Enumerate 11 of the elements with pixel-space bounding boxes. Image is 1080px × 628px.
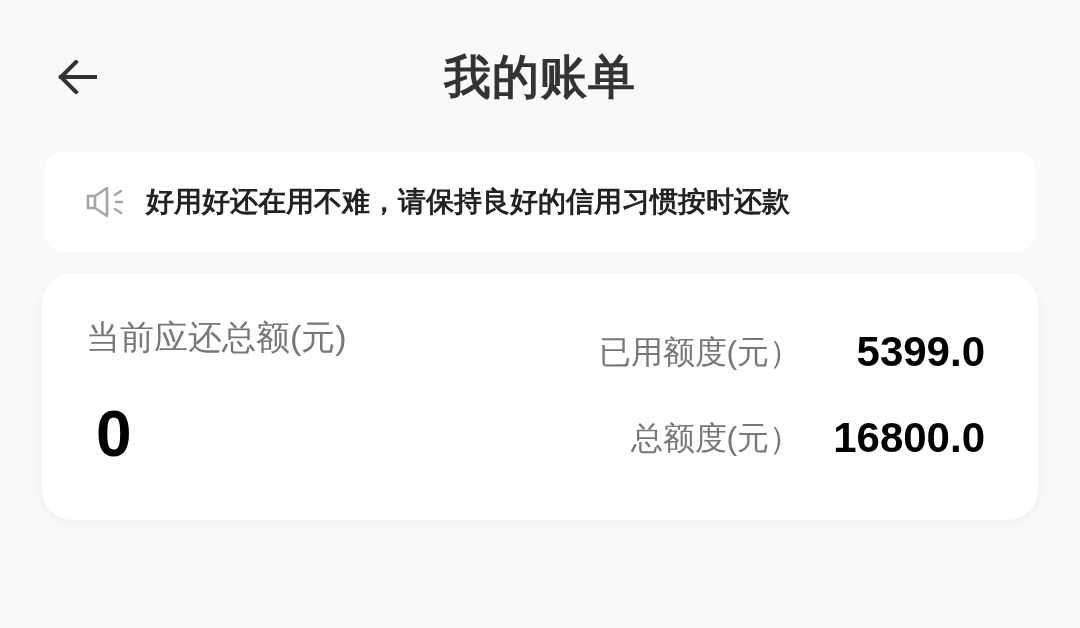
stat-value: 16800.0 — [833, 415, 985, 462]
back-button[interactable] — [56, 57, 98, 97]
due-label: 当前应还总额(元) — [86, 317, 347, 358]
page-title: 我的账单 — [444, 52, 636, 100]
notice-text: 好用好还在用不难，请保持良好的信用习惯按时还款 — [146, 185, 790, 219]
due-amount: 0 — [96, 401, 132, 466]
speaker-icon — [86, 186, 124, 218]
stat-value: 5399.0 — [856, 329, 985, 376]
stat-label: 已用额度(元） — [598, 332, 802, 372]
back-arrow-icon — [57, 60, 97, 94]
stat-label: 总额度(元） — [630, 419, 802, 458]
